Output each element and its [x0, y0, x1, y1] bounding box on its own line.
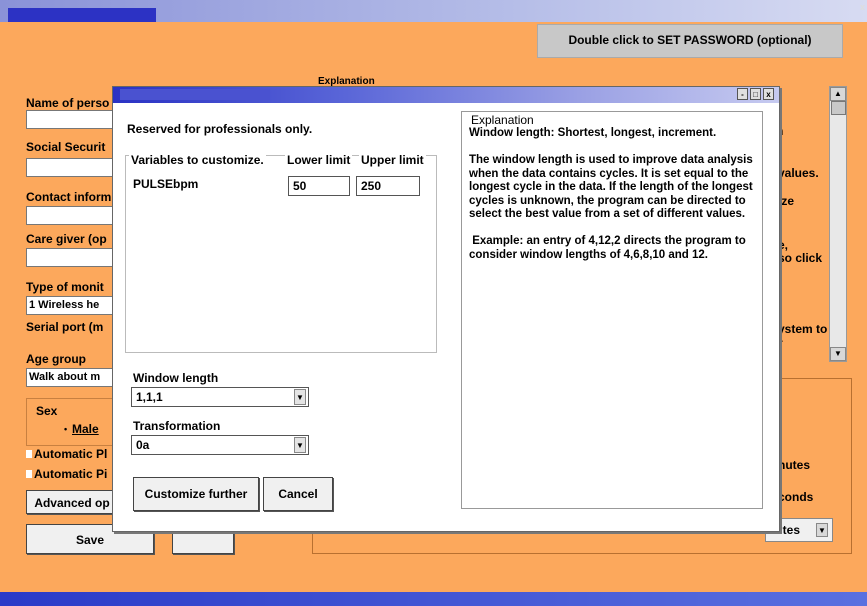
age-group-value: Walk about m [29, 371, 101, 383]
serial-port-label: Serial port (m [26, 320, 104, 334]
monitor-type-label: Type of monit [26, 280, 104, 294]
lower-limit-input[interactable]: 50 [288, 176, 350, 196]
save-label: Save [75, 533, 105, 547]
maximize-icon[interactable]: □ [750, 88, 761, 100]
explanation-title: Explanation [469, 113, 536, 127]
name-label: Name of perso [26, 96, 110, 110]
auto2-label: Automatic Pi [34, 467, 108, 481]
reserved-text: Reserved for professionals only. [127, 122, 313, 136]
explanation-text: Window length: Shortest, longest, increm… [469, 127, 753, 261]
caregiver-input[interactable] [26, 248, 116, 267]
transformation-select[interactable]: 0a ▼ [131, 435, 309, 455]
male-radio-icon[interactable]: • [64, 424, 67, 434]
set-password-button[interactable]: Double click to SET PASSWORD (optional) [537, 24, 843, 58]
variable-name: PULSEbpm [133, 177, 199, 191]
ssn-label: Social Securit [26, 140, 106, 154]
customize-dialog: - □ x Reserved for professionals only. V… [112, 86, 780, 532]
variables-header: Variables to customize. [129, 153, 266, 167]
chevron-down-icon[interactable]: ▼ [294, 389, 306, 405]
age-group-label: Age group [26, 352, 86, 366]
age-group-select[interactable]: Walk about m [26, 368, 116, 387]
auto1-checkbox[interactable] [26, 450, 32, 458]
contact-label: Contact inform [26, 190, 112, 204]
close-icon[interactable]: x [763, 88, 774, 100]
transformation-value: 0a [136, 438, 150, 452]
lower-limit-header: Lower limit [285, 153, 353, 167]
scroll-down-icon[interactable]: ▼ [830, 347, 846, 361]
chevron-down-icon[interactable]: ▼ [294, 437, 306, 453]
right-text-6: ystem to [778, 322, 828, 336]
dialog-titlebar[interactable]: - □ x [113, 87, 779, 103]
ssn-input[interactable] [26, 158, 116, 177]
right-text-2: values. [778, 166, 819, 180]
monitor-type-select[interactable]: 1 Wireless he [26, 296, 116, 315]
minimize-icon[interactable]: - [737, 88, 748, 100]
transformation-label: Transformation [133, 419, 221, 433]
sex-label: Sex [36, 404, 58, 418]
right-text-3: ize [778, 194, 795, 208]
window-length-value: 1,1,1 [136, 390, 163, 404]
advanced-options-label: Advanced op [34, 496, 110, 510]
monitor-type-value: 1 Wireless he [29, 299, 100, 311]
customize-further-label: Customize further [144, 487, 248, 501]
auto2-checkbox[interactable] [26, 470, 32, 478]
right-text-9: conds [778, 490, 814, 504]
background-titlebar-accent [8, 8, 156, 22]
cancel-label: Cancel [278, 487, 318, 501]
cancel-button[interactable]: Cancel [263, 477, 333, 511]
caregiver-label: Care giver (op [26, 232, 107, 246]
auto1-label: Automatic Pl [34, 447, 108, 461]
male-radio-label[interactable]: Male [72, 422, 99, 436]
background-scrollbar[interactable]: ▲ ▼ [829, 86, 847, 362]
set-password-label: Double click to SET PASSWORD (optional) [568, 33, 812, 47]
right-text-5: so click [778, 251, 823, 265]
window-length-label: Window length [133, 371, 219, 385]
upper-limit-input[interactable]: 250 [356, 176, 420, 196]
scroll-thumb[interactable] [831, 101, 846, 115]
right-text-8: nutes [778, 458, 811, 472]
dialog-title-accent [120, 89, 270, 100]
customize-further-button[interactable]: Customize further [133, 477, 259, 511]
contact-input[interactable] [26, 206, 116, 225]
chevron-down-icon[interactable]: ▼ [816, 523, 828, 537]
taskbar [0, 592, 867, 606]
window-length-select[interactable]: 1,1,1 ▼ [131, 387, 309, 407]
name-input[interactable] [26, 110, 116, 129]
background-close-icon[interactable]: x [860, 2, 865, 12]
advanced-options-button[interactable]: Advanced op [26, 490, 118, 514]
upper-limit-header: Upper limit [359, 153, 426, 167]
scroll-up-icon[interactable]: ▲ [830, 87, 846, 101]
